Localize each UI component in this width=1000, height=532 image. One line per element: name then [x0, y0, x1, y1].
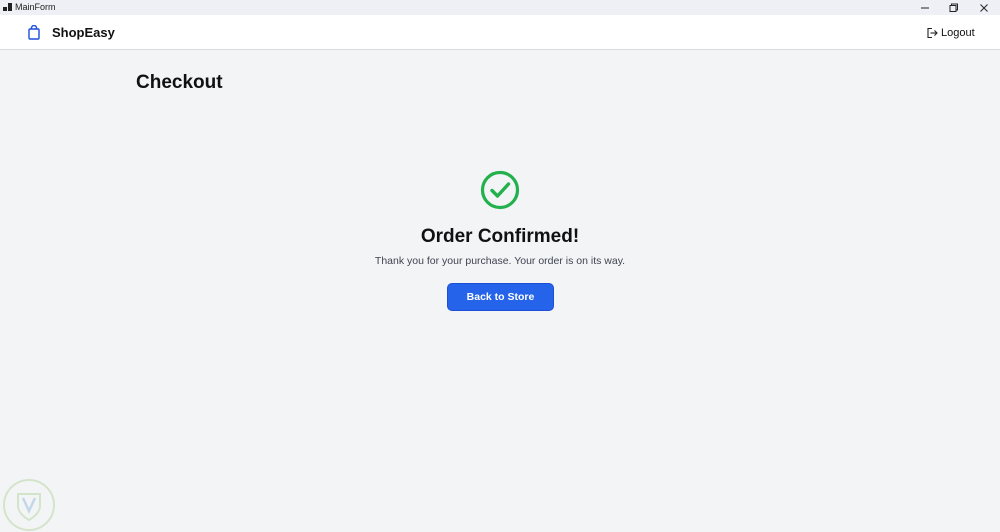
- app-header: ShopEasy Logout: [0, 15, 1000, 50]
- maximize-button[interactable]: [939, 0, 969, 15]
- app-window-icon: [3, 3, 12, 12]
- confirmation-message: Thank you for your purchase. Your order …: [374, 255, 626, 267]
- close-button[interactable]: [969, 0, 999, 15]
- back-to-store-button[interactable]: Back to Store: [447, 283, 554, 311]
- minimize-icon: [921, 7, 929, 8]
- logout-icon: [926, 27, 938, 39]
- main-window: MainForm ShopEasy Logout Checkout Order …: [0, 0, 1000, 532]
- logout-button[interactable]: Logout: [926, 25, 975, 41]
- close-icon: [980, 3, 988, 12]
- watermark-logo: [2, 478, 56, 532]
- logout-label: Logout: [941, 27, 975, 39]
- title-bar: MainForm: [0, 0, 1000, 15]
- confirmation-title: Order Confirmed!: [420, 226, 580, 247]
- window-title: MainForm: [15, 2, 56, 12]
- minimize-button[interactable]: [910, 0, 940, 15]
- page-title: Checkout: [136, 72, 223, 93]
- shopping-bag-icon: [27, 24, 41, 40]
- check-circle-icon: [480, 170, 520, 210]
- maximize-icon: [949, 3, 958, 12]
- brand-name[interactable]: ShopEasy: [52, 25, 115, 40]
